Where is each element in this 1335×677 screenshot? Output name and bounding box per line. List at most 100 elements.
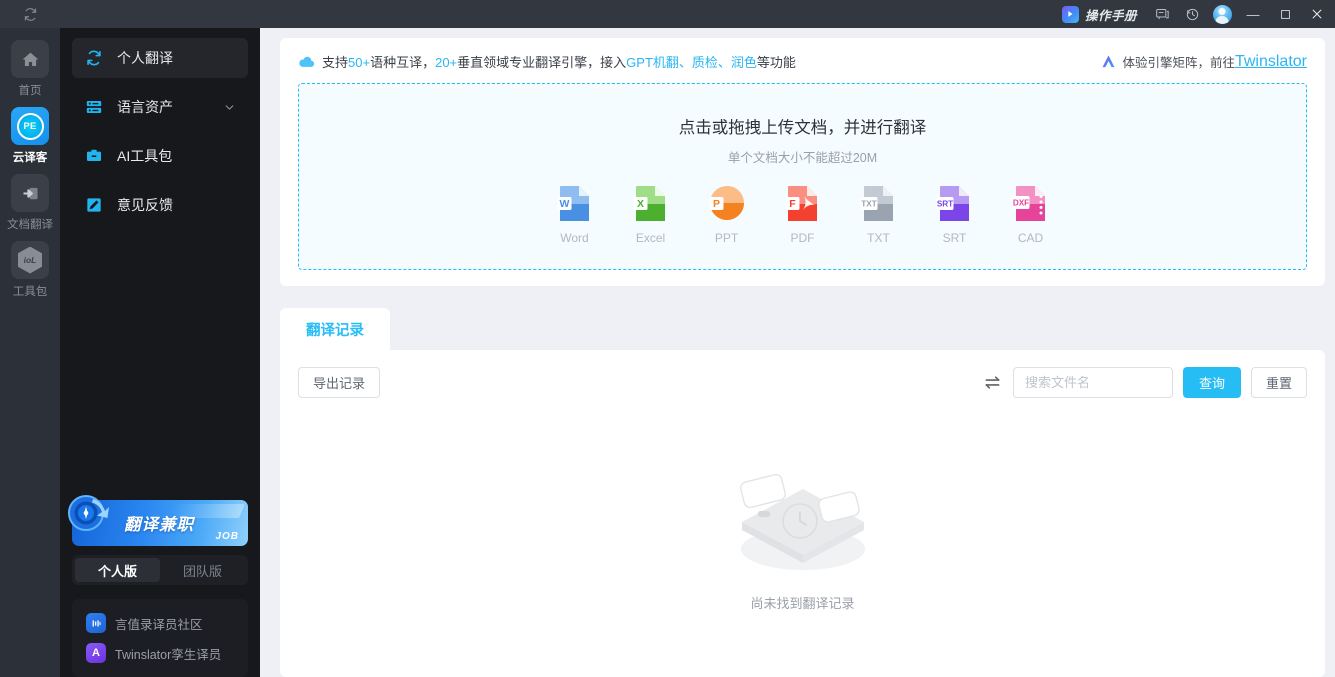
toolbox-icon <box>84 146 104 166</box>
records-filter-group: 查询 重置 <box>984 366 1307 398</box>
search-input[interactable] <box>1012 366 1173 398</box>
window-body: 首页 PE 云译客 文档翻译 ioL 工具包 个人翻译 语言资产 AI工具包 意… <box>0 28 1335 677</box>
swap-arrows-icon[interactable] <box>984 374 1001 391</box>
sidebar-label-ai-toolkit: AI工具包 <box>117 148 173 164</box>
file-type-cad: DXF CAD <box>1008 182 1054 245</box>
sidebar-item-feedback[interactable]: 意见反馈 <box>72 185 248 225</box>
query-button[interactable]: 查询 <box>1182 366 1241 398</box>
rail-item-toolkit[interactable]: ioL 工具包 <box>0 241 60 299</box>
minimize-button[interactable]: — <box>1237 0 1269 28</box>
document-translate-icon <box>11 174 49 212</box>
records-section: 翻译记录 导出记录 搜索文件名 查询 重置 尚未找到翻译记录 <box>280 308 1325 677</box>
community-label-yanzhilu: 言值录译员社区 <box>115 617 203 632</box>
translator-job-banner[interactable]: 翻译兼职 JOB <box>68 495 248 546</box>
file-type-ppt: P PPT <box>704 182 750 245</box>
reset-button[interactable]: 重置 <box>1250 366 1307 398</box>
file-type-excel: X Excel <box>628 182 674 245</box>
iol-toolkit-icon: ioL <box>11 241 49 279</box>
engine-matrix-text: 体验引擎矩阵，前往 <box>1122 56 1235 70</box>
upload-dropzone[interactable]: 点击或拖拽上传文档，并进行翻译 单个文档大小不能超过20M W Word X E… <box>298 83 1307 270</box>
chevron-down-icon[interactable] <box>223 101 236 114</box>
rail-item-home[interactable]: 首页 <box>0 40 60 98</box>
sync-icon[interactable] <box>23 7 38 22</box>
yanzhilu-icon <box>86 613 106 633</box>
icon-rail: 首页 PE 云译客 文档翻译 ioL 工具包 <box>0 28 60 677</box>
community-links: 言值录译员社区 A Twinslator孪生译员 <box>72 599 248 677</box>
history-icon[interactable] <box>1177 0 1207 28</box>
file-type-label-excel: Excel <box>635 231 666 245</box>
rail-label-toolkit: 工具包 <box>12 286 48 298</box>
translator-job-badge-label: JOB <box>215 531 239 542</box>
sidebar-label-language-assets: 语言资产 <box>117 99 173 115</box>
refresh-circle-icon <box>84 48 104 68</box>
community-item-twinslator[interactable]: A Twinslator孪生译员 <box>78 638 242 668</box>
chat-icon[interactable] <box>1147 0 1177 28</box>
community-label-twinslator: Twinslator孪生译员 <box>115 647 222 662</box>
title-bar-controls: 操作手册 — <box>1052 0 1335 28</box>
pe-logo-icon: PE <box>11 107 49 145</box>
sidebar: 个人翻译 语言资产 AI工具包 意见反馈 翻译兼职 JOB 个人版 团队版 言值… <box>60 28 260 677</box>
application-window: 操作手册 — 首页 PE 云译客 文档翻译 ioL 工具包 个人翻译 语言资产 … <box>0 0 1335 677</box>
records-toolbar: 导出记录 查询 <box>298 366 1307 398</box>
twinslator-a-icon <box>1101 54 1116 69</box>
file-type-label-ppt: PPT <box>714 231 739 245</box>
svg-text:W: W <box>559 198 569 210</box>
title-bar-left <box>0 7 60 22</box>
server-stack-icon <box>84 97 104 117</box>
sidebar-item-personal-translation[interactable]: 个人翻译 <box>72 38 248 78</box>
version-option-personal[interactable]: 个人版 <box>75 558 160 582</box>
upload-card: 支持50+语种互译，20+垂直领域专业翻译引擎，接入GPT机翻、质检、润色等功能… <box>280 38 1325 286</box>
svg-text:DXF: DXF <box>1012 199 1028 208</box>
engine-matrix-link-group[interactable]: 体验引擎矩阵，前往 Twinslator <box>1101 52 1307 71</box>
translator-job-badge-icon <box>60 485 116 541</box>
twinslator-link[interactable]: Twinslator <box>1235 53 1307 71</box>
records-card: 导出记录 查询 <box>280 350 1325 677</box>
sidebar-item-language-assets[interactable]: 语言资产 <box>72 87 248 127</box>
export-records-button[interactable]: 导出记录 <box>298 366 381 398</box>
banner-streak-decoration <box>169 504 245 518</box>
file-type-word: W Word <box>552 182 598 245</box>
svg-text:SRT: SRT <box>936 200 952 209</box>
dropzone-subtitle: 单个文档大小不能超过20M <box>727 151 878 165</box>
pdf-file-icon: F <box>785 186 817 221</box>
svg-text:TXT: TXT <box>861 200 876 209</box>
manual-play-icon <box>1061 5 1079 23</box>
file-type-label-word: Word <box>560 231 589 245</box>
community-item-yanzhilu[interactable]: 言值录译员社区 <box>78 608 242 638</box>
sidebar-menu: 个人翻译 语言资产 AI工具包 意见反馈 <box>60 28 260 234</box>
file-type-pdf: F PDF <box>780 182 826 245</box>
file-type-srt: SRT SRT <box>932 182 978 245</box>
empty-state: 尚未找到翻译记录 <box>298 398 1307 677</box>
dropzone-title: 点击或拖拽上传文档，并进行翻译 <box>678 119 927 137</box>
feature-banner-text: 支持50+语种互译，20+垂直领域专业翻译引擎，接入GPT机翻、质检、润色等功能 <box>322 55 796 70</box>
file-type-label-cad: CAD <box>1017 231 1044 245</box>
word-file-icon: W <box>557 186 589 221</box>
feedback-edit-icon <box>84 195 104 215</box>
rail-item-cloud-translator[interactable]: PE 云译客 <box>0 107 60 165</box>
ppt-file-icon: P <box>709 186 744 220</box>
file-type-txt: TXT TXT <box>856 182 902 245</box>
records-tabstrip: 翻译记录 <box>280 308 1325 350</box>
rail-item-document-translate[interactable]: 文档翻译 <box>0 174 60 232</box>
empty-box-illustration <box>739 473 865 570</box>
svg-text:P: P <box>712 198 719 210</box>
file-type-label-srt: SRT <box>942 231 967 245</box>
operation-manual-button[interactable]: 操作手册 <box>1052 0 1147 28</box>
close-button[interactable] <box>1301 0 1333 28</box>
twinslator-icon: A <box>86 643 106 663</box>
excel-file-icon: X <box>633 186 665 221</box>
maximize-button[interactable] <box>1269 0 1301 28</box>
sidebar-label-feedback: 意见反馈 <box>117 197 173 213</box>
main-content: 支持50+语种互译，20+垂直领域专业翻译引擎，接入GPT机翻、质检、润色等功能… <box>260 28 1335 677</box>
home-icon <box>11 40 49 78</box>
version-switch: 个人版 团队版 <box>72 555 248 585</box>
srt-file-icon: SRT <box>936 186 969 221</box>
tabstrip-filler <box>390 316 1325 350</box>
supported-file-types: W Word X Excel P PPT F PDF TXT TXT SRT S… <box>552 182 1054 245</box>
tab-translation-records[interactable]: 翻译记录 <box>280 308 390 350</box>
version-option-team[interactable]: 团队版 <box>160 558 245 582</box>
sidebar-item-ai-toolkit[interactable]: AI工具包 <box>72 136 248 176</box>
avatar[interactable] <box>1207 0 1237 28</box>
feature-banner: 支持50+语种互译，20+垂直领域专业翻译引擎，接入GPT机翻、质检、润色等功能… <box>298 52 1307 71</box>
svg-text:X: X <box>636 198 643 210</box>
